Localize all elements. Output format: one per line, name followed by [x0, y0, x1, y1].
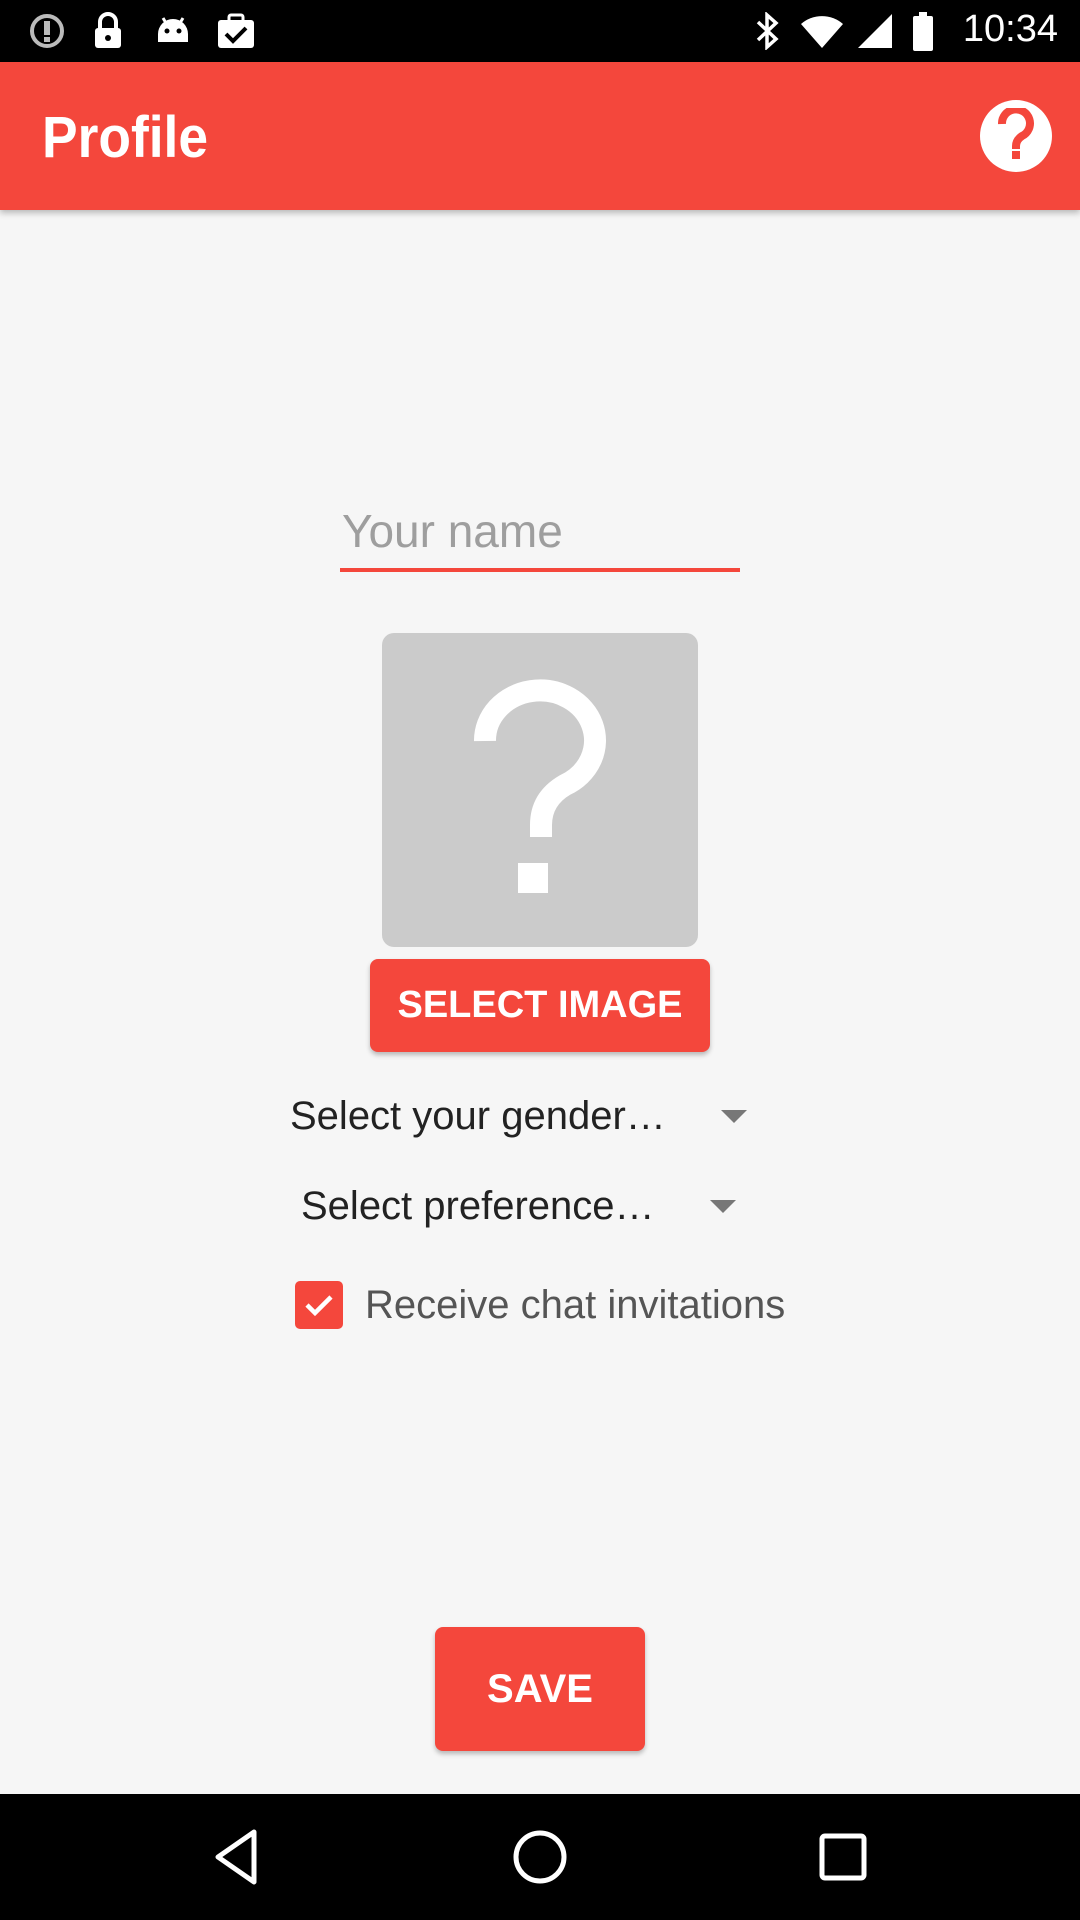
- back-icon[interactable]: [204, 1824, 270, 1890]
- profile-image-placeholder: [382, 633, 698, 947]
- signal-icon: [856, 12, 894, 55]
- gender-spinner-label: Select your gender…: [290, 1093, 666, 1138]
- checkmark-icon: [305, 1295, 333, 1317]
- status-time: 10:34: [962, 8, 1058, 50]
- home-icon[interactable]: [507, 1824, 573, 1890]
- help-icon: [994, 104, 1038, 165]
- recents-icon[interactable]: [810, 1824, 876, 1890]
- gender-spinner[interactable]: Select your gender…: [290, 1081, 747, 1151]
- chat-invitations-row[interactable]: Receive chat invitations: [295, 1280, 785, 1330]
- chat-invitations-checkbox[interactable]: [295, 1281, 343, 1329]
- select-image-button[interactable]: SELECT IMAGE: [370, 959, 710, 1052]
- name-input[interactable]: [340, 500, 740, 572]
- battery-icon: [912, 12, 934, 57]
- dropdown-arrow-icon: [720, 1109, 747, 1123]
- lock-icon: [92, 12, 124, 55]
- dropdown-arrow-icon: [709, 1199, 736, 1213]
- app-bar: Profile: [0, 62, 1080, 210]
- android-icon: [154, 12, 192, 55]
- clipboard-check-icon: [216, 12, 256, 55]
- preference-spinner[interactable]: Select preference…: [301, 1171, 736, 1241]
- profile-screen: 10:34 Profile SELECT IMAGE Select your g…: [0, 0, 1080, 1920]
- help-button[interactable]: [980, 100, 1052, 172]
- page-title: Profile: [42, 105, 209, 170]
- question-mark-icon: [382, 679, 698, 947]
- chat-invitations-label: Receive chat invitations: [365, 1282, 786, 1327]
- preference-spinner-label: Select preference…: [301, 1183, 655, 1228]
- status-bar: 10:34: [0, 0, 1080, 62]
- bluetooth-icon: [752, 11, 782, 55]
- wifi-icon: [800, 12, 844, 55]
- alert-circle-icon: [28, 12, 66, 55]
- navigation-bar: [0, 1794, 1080, 1920]
- save-button[interactable]: SAVE: [435, 1627, 645, 1751]
